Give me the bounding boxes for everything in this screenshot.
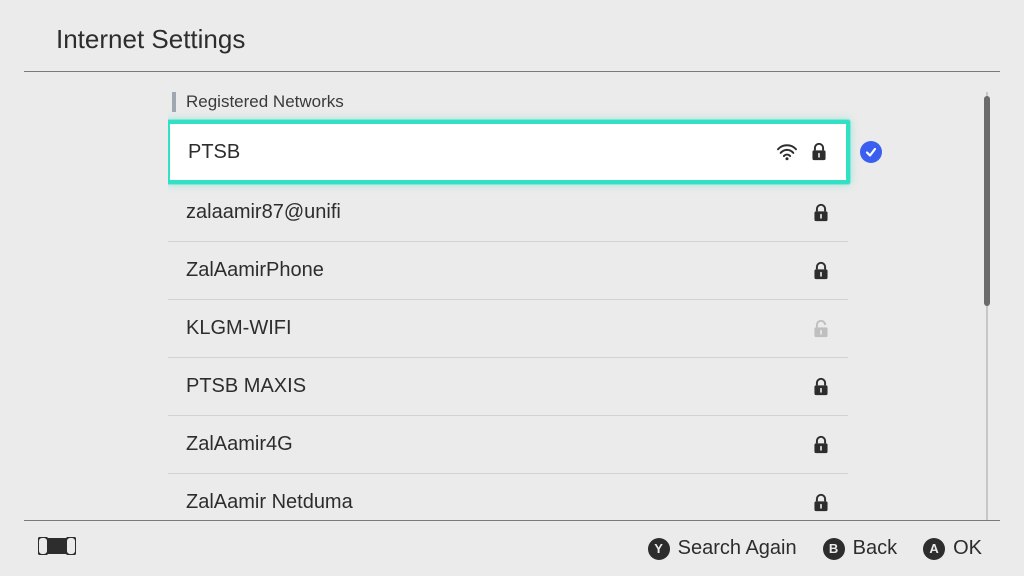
- network-icons: [812, 492, 830, 514]
- lock-icon: [812, 202, 830, 224]
- scrollbar[interactable]: [984, 92, 990, 520]
- action-search-again[interactable]: Y Search Again: [648, 537, 797, 560]
- network-name: zalaamir87@unifi: [186, 201, 812, 224]
- network-name: ZalAamirPhone: [186, 259, 812, 282]
- network-icons: [812, 376, 830, 398]
- network-item[interactable]: ZalAamir4G: [168, 416, 848, 474]
- network-name: PTSB: [188, 141, 776, 164]
- action-back[interactable]: B Back: [823, 537, 897, 560]
- lock-icon: [812, 434, 830, 456]
- action-search-again-label: Search Again: [678, 537, 797, 560]
- action-back-label: Back: [853, 537, 897, 560]
- y-button-icon: Y: [648, 538, 670, 560]
- header: Internet Settings: [0, 0, 1024, 71]
- network-item[interactable]: KLGM-WIFI: [168, 300, 848, 358]
- scroll-area: Registered Networks PTSB zalaamir87@unifi…: [168, 92, 1000, 520]
- section-header-registered: Registered Networks: [172, 92, 1000, 112]
- action-ok-label: OK: [953, 537, 982, 560]
- network-icons: [812, 434, 830, 456]
- network-item[interactable]: ZalAamir Netduma: [168, 474, 848, 520]
- network-icons: [776, 141, 828, 163]
- section-title: Registered Networks: [186, 92, 344, 112]
- footer-actions: Y Search Again B Back A OK: [648, 537, 982, 560]
- footer: Y Search Again B Back A OK: [24, 520, 1000, 576]
- b-button-icon: B: [823, 538, 845, 560]
- network-name: ZalAamir4G: [186, 433, 812, 456]
- content: Registered Networks PTSB zalaamir87@unifi…: [0, 70, 1024, 520]
- network-icons: [812, 260, 830, 282]
- lock-icon: [812, 376, 830, 398]
- connected-check-icon: [860, 141, 882, 163]
- lock-open-icon: [812, 318, 830, 340]
- network-icons: [812, 318, 830, 340]
- network-item[interactable]: ZalAamirPhone: [168, 242, 848, 300]
- network-list: PTSB zalaamir87@unifi ZalAamirPhone KLGM-WI…: [168, 120, 848, 520]
- controller-icon: [38, 537, 76, 560]
- wifi-icon: [776, 143, 798, 161]
- network-item[interactable]: PTSB MAXIS: [168, 358, 848, 416]
- network-icons: [812, 202, 830, 224]
- network-name: PTSB MAXIS: [186, 375, 812, 398]
- lock-icon: [812, 260, 830, 282]
- lock-icon: [812, 492, 830, 514]
- network-item[interactable]: zalaamir87@unifi: [168, 184, 848, 242]
- network-name: ZalAamir Netduma: [186, 491, 812, 514]
- network-name: KLGM-WIFI: [186, 317, 812, 340]
- page-title: Internet Settings: [56, 24, 1024, 55]
- lock-icon: [810, 141, 828, 163]
- network-item[interactable]: PTSB: [168, 120, 850, 184]
- a-button-icon: A: [923, 538, 945, 560]
- action-ok[interactable]: A OK: [923, 537, 982, 560]
- scrollbar-thumb[interactable]: [984, 96, 990, 306]
- section-accent-bar: [172, 92, 176, 112]
